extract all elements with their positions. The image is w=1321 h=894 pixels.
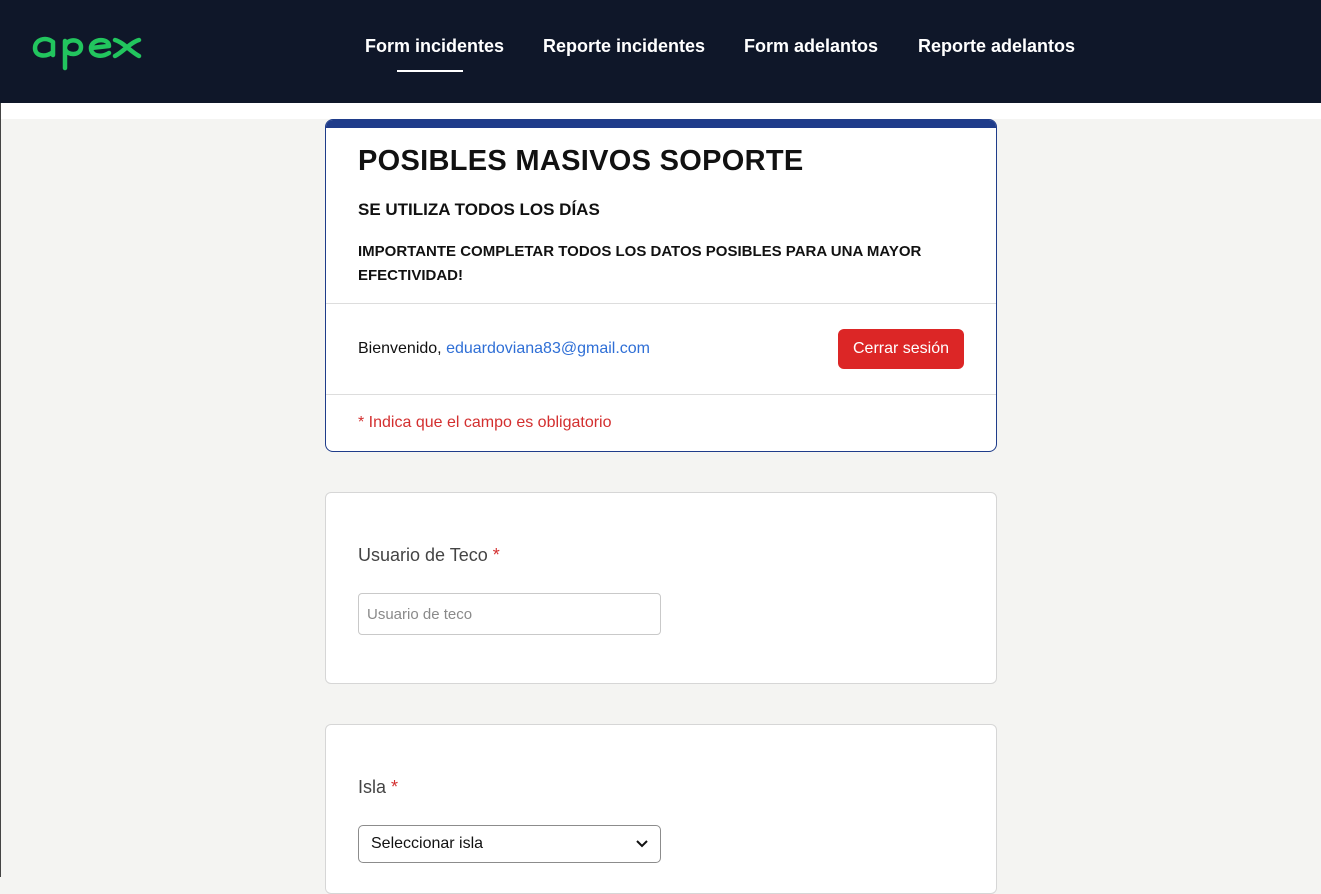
divider bbox=[326, 303, 996, 304]
isla-select[interactable]: Seleccionar isla bbox=[358, 825, 661, 863]
top-navbar: Form incidentes Reporte incidentes Form … bbox=[0, 0, 1321, 103]
nav-form-incidentes[interactable]: Form incidentes bbox=[365, 36, 504, 57]
divider bbox=[326, 394, 996, 395]
field-card-isla: Isla * Seleccionar isla bbox=[325, 724, 997, 894]
field-card-usuario: Usuario de Teco * bbox=[325, 492, 997, 684]
isla-label: Isla * bbox=[358, 777, 398, 798]
required-star: * bbox=[492, 545, 500, 565]
user-email: eduardoviana83@gmail.com bbox=[446, 340, 650, 357]
welcome-text: Bienvenido, eduardoviana83@gmail.com bbox=[358, 340, 650, 358]
header-spacer bbox=[0, 103, 1321, 119]
nav-reporte-adelantos[interactable]: Reporte adelantos bbox=[918, 36, 1075, 57]
logout-button[interactable]: Cerrar sesión bbox=[838, 329, 964, 369]
usuario-teco-input[interactable] bbox=[358, 593, 661, 635]
page-left-border bbox=[0, 103, 1, 877]
isla-select-value: Seleccionar isla bbox=[371, 835, 484, 852]
welcome-prefix: Bienvenido, bbox=[358, 340, 442, 357]
required-star: * bbox=[391, 777, 399, 797]
usuario-label: Usuario de Teco * bbox=[358, 545, 500, 566]
form-header-card: POSIBLES MASIVOS SOPORTE SE UTILIZA TODO… bbox=[325, 119, 997, 452]
nav-active-indicator bbox=[397, 70, 463, 72]
isla-label-text: Isla bbox=[358, 777, 387, 797]
nav-form-adelantos[interactable]: Form adelantos bbox=[744, 36, 878, 57]
page-title: POSIBLES MASIVOS SOPORTE bbox=[358, 145, 804, 177]
nav-reporte-incidentes[interactable]: Reporte incidentes bbox=[543, 36, 705, 57]
usuario-label-text: Usuario de Teco bbox=[358, 545, 488, 565]
page-subtitle: SE UTILIZA TODOS LOS DÍAS bbox=[358, 200, 600, 219]
required-field-note: * Indica que el campo es obligatorio bbox=[358, 414, 612, 431]
apex-logo[interactable] bbox=[31, 28, 143, 72]
card-accent-bar bbox=[326, 120, 996, 128]
chevron-down-icon bbox=[636, 840, 648, 848]
important-notice: IMPORTANTE COMPLETAR TODOS LOS DATOS POS… bbox=[358, 243, 922, 284]
